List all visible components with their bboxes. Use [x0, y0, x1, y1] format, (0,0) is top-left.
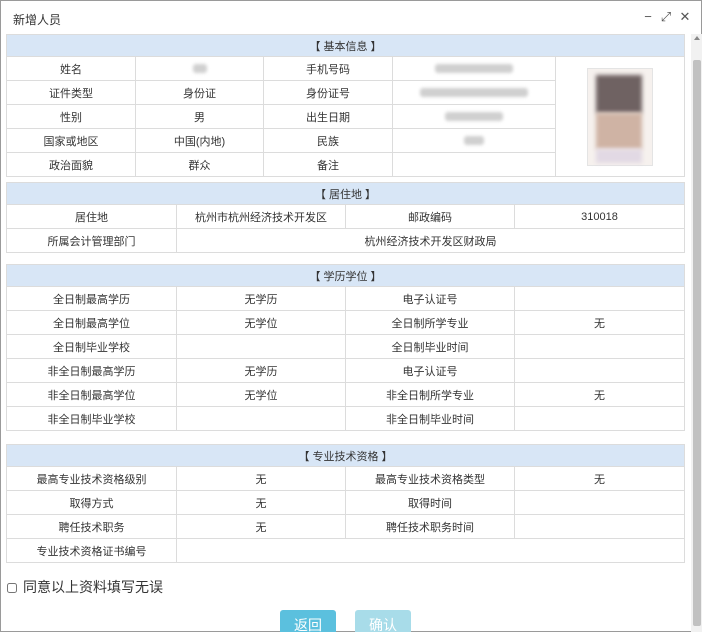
- post-time-label: 聘任技术职务时间: [345, 514, 515, 539]
- add-person-dialog: 新增人员 − ⤢ ✕ 【 基本信息 】 姓名 手机号码 证件类型 身份证 身份证…: [0, 0, 702, 632]
- ft-edu-value: 无学历: [176, 286, 346, 311]
- cert-no-value: [176, 538, 685, 563]
- birth-value: [392, 104, 556, 129]
- method-value: 无: [176, 490, 346, 515]
- ft-school-value: [176, 334, 346, 359]
- education-header: 【 学历学位 】: [6, 264, 685, 287]
- post-time-value: [514, 514, 685, 539]
- remark-value: [392, 152, 556, 177]
- pt-grad-time-label: 非全日制毕业时间: [345, 406, 515, 431]
- gender-value: 男: [135, 104, 264, 129]
- pt-major-label: 非全日制所学专业: [345, 382, 515, 407]
- post-value: 无: [176, 514, 346, 539]
- ft-degree-value: 无学位: [176, 310, 346, 335]
- residence-value: 杭州市杭州经济技术开发区: [176, 204, 346, 229]
- agree-checkbox-row[interactable]: 同意以上资料填写无误: [7, 577, 163, 597]
- type-value: 无: [514, 466, 685, 491]
- close-icon[interactable]: ✕: [678, 10, 692, 24]
- person-photo: [587, 67, 653, 166]
- political-label: 政治面貌: [6, 152, 136, 177]
- level-value: 无: [176, 466, 346, 491]
- pt-degree-value: 无学位: [176, 382, 346, 407]
- dept-value: 杭州经济技术开发区财政局: [176, 228, 685, 253]
- obtain-time-label: 取得时间: [345, 490, 515, 515]
- name-label: 姓名: [6, 56, 136, 81]
- id-type-value: 身份证: [135, 80, 264, 105]
- obtain-time-value: [514, 490, 685, 515]
- ft-grad-time-label: 全日制毕业时间: [345, 334, 515, 359]
- gender-label: 性别: [6, 104, 136, 129]
- pt-school-label: 非全日制毕业学校: [6, 406, 177, 431]
- political-value: 群众: [135, 152, 264, 177]
- dialog-title: 新增人员: [13, 13, 62, 27]
- dialog-content: 【 基本信息 】 姓名 手机号码 证件类型 身份证 身份证号 性别 男 出生日期: [1, 34, 691, 632]
- ethnic-label: 民族: [263, 128, 393, 153]
- minimize-icon[interactable]: −: [641, 10, 655, 24]
- ft-major-value: 无: [514, 310, 685, 335]
- level-label: 最高专业技术资格级别: [6, 466, 177, 491]
- scrollbar-thumb[interactable]: [693, 60, 701, 626]
- back-button[interactable]: 返回: [280, 610, 336, 632]
- region-label: 国家或地区: [6, 128, 136, 153]
- ft-degree-label: 全日制最高学位: [6, 310, 177, 335]
- scroll-up-arrow-icon[interactable]: [694, 36, 700, 40]
- region-value: 中国(内地): [135, 128, 264, 153]
- id-no-value: [392, 80, 556, 105]
- ft-cert-value: [514, 286, 685, 311]
- education-table: 【 学历学位 】 全日制最高学历 无学历 电子认证号 全日制最高学位 无学位 全…: [6, 264, 685, 431]
- confirm-button[interactable]: 确认: [355, 610, 411, 632]
- pt-major-value: 无: [514, 382, 685, 407]
- pt-grad-time-value: [514, 406, 685, 431]
- residence-label: 居住地: [6, 204, 177, 229]
- ethnic-value: [392, 128, 556, 153]
- pt-edu-value: 无学历: [176, 358, 346, 383]
- name-value: [135, 56, 264, 81]
- agree-checkbox[interactable]: [7, 583, 17, 594]
- postcode-label: 邮政编码: [345, 204, 515, 229]
- type-label: 最高专业技术资格类型: [345, 466, 515, 491]
- birth-label: 出生日期: [263, 104, 393, 129]
- basic-info-table: 【 基本信息 】 姓名 手机号码 证件类型 身份证 身份证号 性别 男 出生日期: [5, 34, 686, 177]
- phone-value: [392, 56, 556, 81]
- pt-cert-value: [514, 358, 685, 383]
- qualification-table: 【 专业技术资格 】 最高专业技术资格级别 无 最高专业技术资格类型 无 取得方…: [6, 444, 685, 563]
- ft-cert-label: 电子认证号: [345, 286, 515, 311]
- qualification-header: 【 专业技术资格 】: [6, 444, 685, 467]
- remark-label: 备注: [263, 152, 393, 177]
- ft-major-label: 全日制所学专业: [345, 310, 515, 335]
- ft-edu-label: 全日制最高学历: [6, 286, 177, 311]
- method-label: 取得方式: [6, 490, 177, 515]
- residence-header: 【 居住地 】: [6, 182, 685, 205]
- dept-label: 所属会计管理部门: [6, 228, 177, 253]
- id-no-label: 身份证号: [263, 80, 393, 105]
- pt-cert-label: 电子认证号: [345, 358, 515, 383]
- maximize-icon[interactable]: ⤢: [659, 10, 673, 24]
- pt-degree-label: 非全日制最高学位: [6, 382, 177, 407]
- postcode-value: 310018: [514, 204, 685, 229]
- ft-school-label: 全日制毕业学校: [6, 334, 177, 359]
- residence-table: 【 居住地 】 居住地 杭州市杭州经济技术开发区 邮政编码 310018 所属会…: [6, 182, 685, 253]
- post-label: 聘任技术职务: [6, 514, 177, 539]
- pt-edu-label: 非全日制最高学历: [6, 358, 177, 383]
- phone-label: 手机号码: [263, 56, 393, 81]
- vertical-scrollbar[interactable]: [691, 34, 702, 632]
- ft-grad-time-value: [514, 334, 685, 359]
- id-type-label: 证件类型: [6, 80, 136, 105]
- dialog-titlebar: 新增人员 − ⤢ ✕: [1, 1, 701, 34]
- cert-no-label: 专业技术资格证书编号: [6, 538, 177, 563]
- agree-label: 同意以上资料填写无误: [23, 579, 163, 595]
- pt-school-value: [176, 406, 346, 431]
- basic-info-header: 【 基本信息 】: [5, 34, 686, 57]
- photo-cell: [554, 56, 686, 177]
